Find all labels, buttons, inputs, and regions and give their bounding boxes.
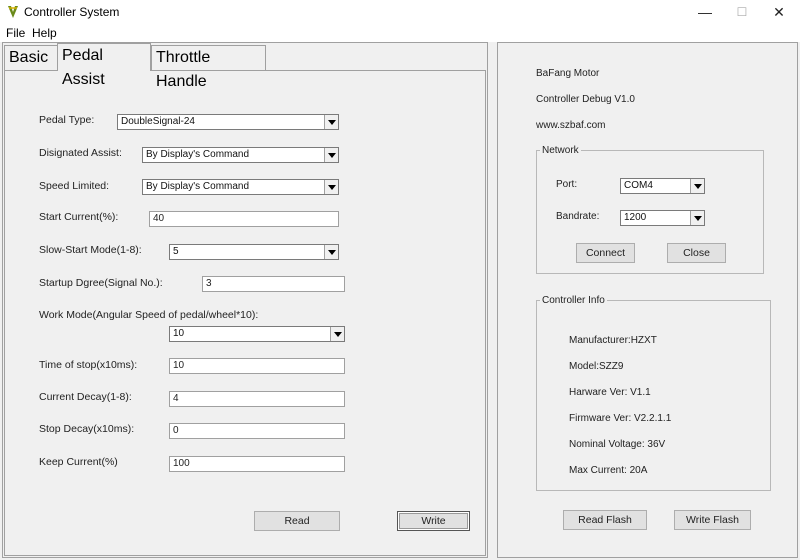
tab-throttle-handle[interactable]: Throttle Handle xyxy=(151,45,266,90)
brand-text: BaFang Motor xyxy=(536,68,600,79)
chevron-down-icon xyxy=(324,115,338,129)
port-select[interactable]: COM4 xyxy=(620,178,705,194)
designated-assist-select[interactable]: By Display's Command xyxy=(142,147,339,163)
chevron-down-icon xyxy=(690,211,704,225)
baudrate-label: Bandrate: xyxy=(556,211,600,222)
pedal-type-value: DoubleSignal-24 xyxy=(121,116,195,127)
read-flash-button[interactable]: Read Flash xyxy=(563,510,647,530)
manufacturer-text: Manufacturer:HZXT xyxy=(569,335,657,346)
work-mode-value: 10 xyxy=(173,328,185,339)
chevron-down-icon xyxy=(690,179,704,193)
chevron-down-icon xyxy=(324,245,338,259)
start-current-input[interactable]: 40 xyxy=(149,211,339,227)
tab-basic[interactable]: Basic xyxy=(4,45,58,70)
chevron-down-icon xyxy=(324,148,338,162)
pedal-type-label: Pedal Type: xyxy=(39,114,95,126)
stop-decay-label: Stop Decay(x10ms): xyxy=(39,423,135,435)
port-value: COM4 xyxy=(624,180,653,191)
menu-bar: File Help xyxy=(0,24,800,42)
close-port-button[interactable]: Close xyxy=(667,243,726,263)
speed-limited-value: By Display's Command xyxy=(146,181,250,192)
write-flash-button[interactable]: Write Flash xyxy=(674,510,751,530)
time-of-stop-label: Time of stop(x10ms): xyxy=(39,359,138,371)
designated-assist-value: By Display's Command xyxy=(146,149,250,160)
port-label: Port: xyxy=(556,179,578,190)
controller-info-title: Controller Info xyxy=(540,295,607,306)
slow-start-mode-select[interactable]: 5 xyxy=(169,244,339,260)
connect-button[interactable]: Connect xyxy=(576,243,635,263)
work-mode-select[interactable]: 10 xyxy=(169,326,345,342)
max-current-text: Max Current: 20A xyxy=(569,465,648,476)
speed-limited-label: Speed Limited: xyxy=(39,180,110,192)
menu-file[interactable]: File xyxy=(6,26,25,40)
keep-current-label: Keep Current(%) xyxy=(39,456,118,468)
version-text: Controller Debug V1.0 xyxy=(536,94,635,105)
title-bar: Controller System — ☐ ✕ xyxy=(0,0,800,24)
startup-degree-input[interactable]: 3 xyxy=(202,276,345,292)
current-decay-label: Current Decay(1-8): xyxy=(39,391,132,403)
hardware-version-text: Harware Ver: V1.1 xyxy=(569,387,651,398)
stop-decay-input[interactable]: 0 xyxy=(169,423,345,439)
tab-pedal-assist[interactable]: Pedal Assist xyxy=(57,43,151,88)
maximize-button[interactable]: ☐ xyxy=(723,2,761,22)
close-window-button[interactable]: ✕ xyxy=(760,2,798,22)
speed-limited-select[interactable]: By Display's Command xyxy=(142,179,339,195)
model-text: Model:SZZ9 xyxy=(569,361,624,372)
chevron-down-icon xyxy=(330,327,344,341)
slow-start-mode-label: Slow-Start Mode(1-8): xyxy=(39,244,142,256)
current-decay-input[interactable]: 4 xyxy=(169,391,345,407)
read-button[interactable]: Read xyxy=(254,511,340,531)
write-button[interactable]: Write xyxy=(397,511,470,531)
chevron-down-icon xyxy=(324,180,338,194)
baudrate-select[interactable]: 1200 xyxy=(620,210,705,226)
firmware-version-text: Firmware Ver: V2.2.1.1 xyxy=(569,413,672,424)
network-group-title: Network xyxy=(540,145,581,156)
nominal-voltage-text: Nominal Voltage: 36V xyxy=(569,439,666,450)
minimize-button[interactable]: — xyxy=(686,2,724,22)
window-title: Controller System xyxy=(24,5,120,19)
pedal-type-select[interactable]: DoubleSignal-24 xyxy=(117,114,339,130)
website-text: www.szbaf.com xyxy=(536,120,606,131)
startup-degree-label: Startup Dgree(Signal No.): xyxy=(39,277,163,289)
work-mode-label: Work Mode(Angular Speed of pedal/wheel*1… xyxy=(39,309,259,321)
keep-current-input[interactable]: 100 xyxy=(169,456,345,472)
menu-help[interactable]: Help xyxy=(32,26,57,40)
baudrate-value: 1200 xyxy=(624,212,647,223)
designated-assist-label: Disignated Assist: xyxy=(39,147,122,159)
app-logo-icon xyxy=(8,6,18,18)
time-of-stop-input[interactable]: 10 xyxy=(169,358,345,374)
slow-start-mode-value: 5 xyxy=(173,246,179,257)
start-current-label: Start Current(%): xyxy=(39,211,119,223)
